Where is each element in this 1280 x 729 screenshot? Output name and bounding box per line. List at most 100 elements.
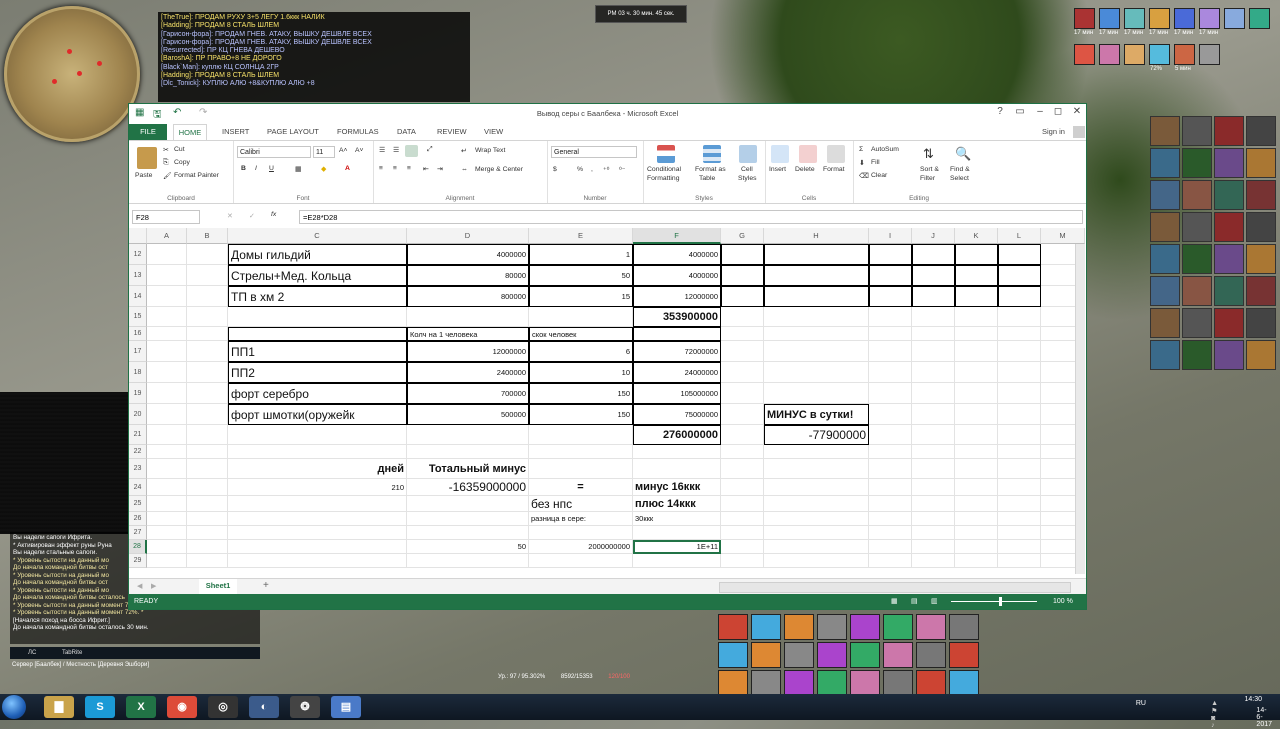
cell-i27[interactable] [869,526,912,540]
align-bottom-icon[interactable] [405,145,418,157]
row-header-13[interactable]: 13 [129,265,147,286]
cell-d22[interactable] [407,445,529,459]
format-cells-icon[interactable] [827,145,845,163]
cell-j12[interactable] [912,244,955,265]
buff-icon[interactable] [1124,8,1145,29]
cell-j24[interactable] [912,479,955,496]
cell-i14[interactable] [869,286,912,307]
delete-cells-button[interactable]: Delete [795,166,815,173]
cell-k28[interactable] [955,540,998,554]
cell-f22[interactable] [633,445,721,459]
row-header-29[interactable]: 29 [129,554,147,568]
cell-e24[interactable]: = [529,479,633,496]
indent-icon[interactable]: ⇤ [423,165,429,173]
cell-i26[interactable] [869,512,912,526]
skill-slot[interactable] [751,670,781,696]
row-header-19[interactable]: 19 [129,383,147,404]
inventory-slot[interactable] [1182,148,1212,178]
buff-icon[interactable] [1149,44,1170,65]
cell-a12[interactable] [147,244,187,265]
clear-icon[interactable]: ⌫ [859,172,869,180]
tab-file[interactable]: FILE [129,124,167,140]
avatar[interactable] [1073,126,1085,138]
merge-center-button[interactable]: Merge & Center [475,166,523,173]
cell-c13[interactable]: Стрелы+Мед. Кольца [228,265,407,286]
cell-h15[interactable] [764,307,869,327]
inventory-slot[interactable] [1246,148,1276,178]
cell-d20[interactable]: 500000 [407,404,529,425]
row-header-14[interactable]: 14 [129,286,147,307]
inventory-slot[interactable] [1214,308,1244,338]
cell-c28[interactable] [228,540,407,554]
cell-i15[interactable] [869,307,912,327]
inventory-slot[interactable] [1150,340,1180,370]
merge-icon[interactable]: ⇔ [461,166,468,173]
cell-k27[interactable] [955,526,998,540]
cell-l25[interactable] [998,496,1041,512]
format-as-table-button[interactable]: Format as [695,166,726,173]
paste-icon[interactable] [137,147,157,169]
tab-view[interactable]: VIEW [484,127,503,136]
cell-c17[interactable]: ПП1 [228,341,407,362]
page-layout-view-icon[interactable]: ▤ [911,594,918,609]
paste-button[interactable]: Paste [135,172,152,179]
inventory-slot[interactable] [1246,308,1276,338]
cell-c12[interactable]: Домы гильдий [228,244,407,265]
cell-k19[interactable] [955,383,998,404]
cell-a18[interactable] [147,362,187,383]
inventory-slot[interactable] [1150,212,1180,242]
cell-a22[interactable] [147,445,187,459]
cell-b28[interactable] [187,540,228,554]
cell-j19[interactable] [912,383,955,404]
row-header-25[interactable]: 25 [129,496,147,512]
cell-k17[interactable] [955,341,998,362]
cell-a20[interactable] [147,404,187,425]
cell-k14[interactable] [955,286,998,307]
cell-b27[interactable] [187,526,228,540]
cell-h17[interactable] [764,341,869,362]
taskbar-app-game-icon[interactable]: ❂ [290,696,320,718]
cell-j28[interactable] [912,540,955,554]
cell-k23[interactable] [955,459,998,479]
cell-d28[interactable]: 50 [407,540,529,554]
skill-slot[interactable] [916,642,946,668]
column-header-g[interactable]: G [721,228,764,244]
column-header-k[interactable]: K [955,228,998,244]
taskbar-app-excel-icon[interactable]: X [126,696,156,718]
cell-b13[interactable] [187,265,228,286]
cell-l12[interactable] [998,244,1041,265]
align-middle-icon[interactable]: ☰ [393,146,399,154]
cell-e28[interactable]: 2000000000 [529,540,633,554]
delete-cells-icon[interactable] [799,145,817,163]
minimize-button[interactable]: – [1032,106,1048,117]
cell-b29[interactable] [187,554,228,568]
row-header-20[interactable]: 20 [129,404,147,425]
currency-icon[interactable]: $ [553,166,557,173]
clear-button[interactable]: Clear [871,172,887,179]
cell-b25[interactable] [187,496,228,512]
cell-h23[interactable] [764,459,869,479]
tab-page-layout[interactable]: PAGE LAYOUT [267,127,319,136]
buff-icon[interactable] [1074,44,1095,65]
cell-h24[interactable] [764,479,869,496]
cell-k25[interactable] [955,496,998,512]
inventory-slot[interactable] [1246,116,1276,146]
buff-icon[interactable] [1099,8,1120,29]
cell-e20[interactable]: 150 [529,404,633,425]
cell-h22[interactable] [764,445,869,459]
cell-g15[interactable] [721,307,764,327]
cell-f28[interactable]: 1E+11 [633,540,721,554]
horizontal-scrollbar[interactable] [719,582,1071,593]
cell-styles-button[interactable]: Cell [741,166,753,173]
skill-slot[interactable] [850,670,880,696]
cell-a26[interactable] [147,512,187,526]
cell-a28[interactable] [147,540,187,554]
cell-k29[interactable] [955,554,998,568]
cell-d29[interactable] [407,554,529,568]
cell-l23[interactable] [998,459,1041,479]
language-indicator[interactable]: RU [1136,700,1146,707]
align-top-icon[interactable]: ☰ [379,146,385,154]
sort-filter-button[interactable]: Sort & [920,166,939,173]
cell-j21[interactable] [912,425,955,445]
fill-color-icon[interactable]: ◆ [321,165,326,173]
